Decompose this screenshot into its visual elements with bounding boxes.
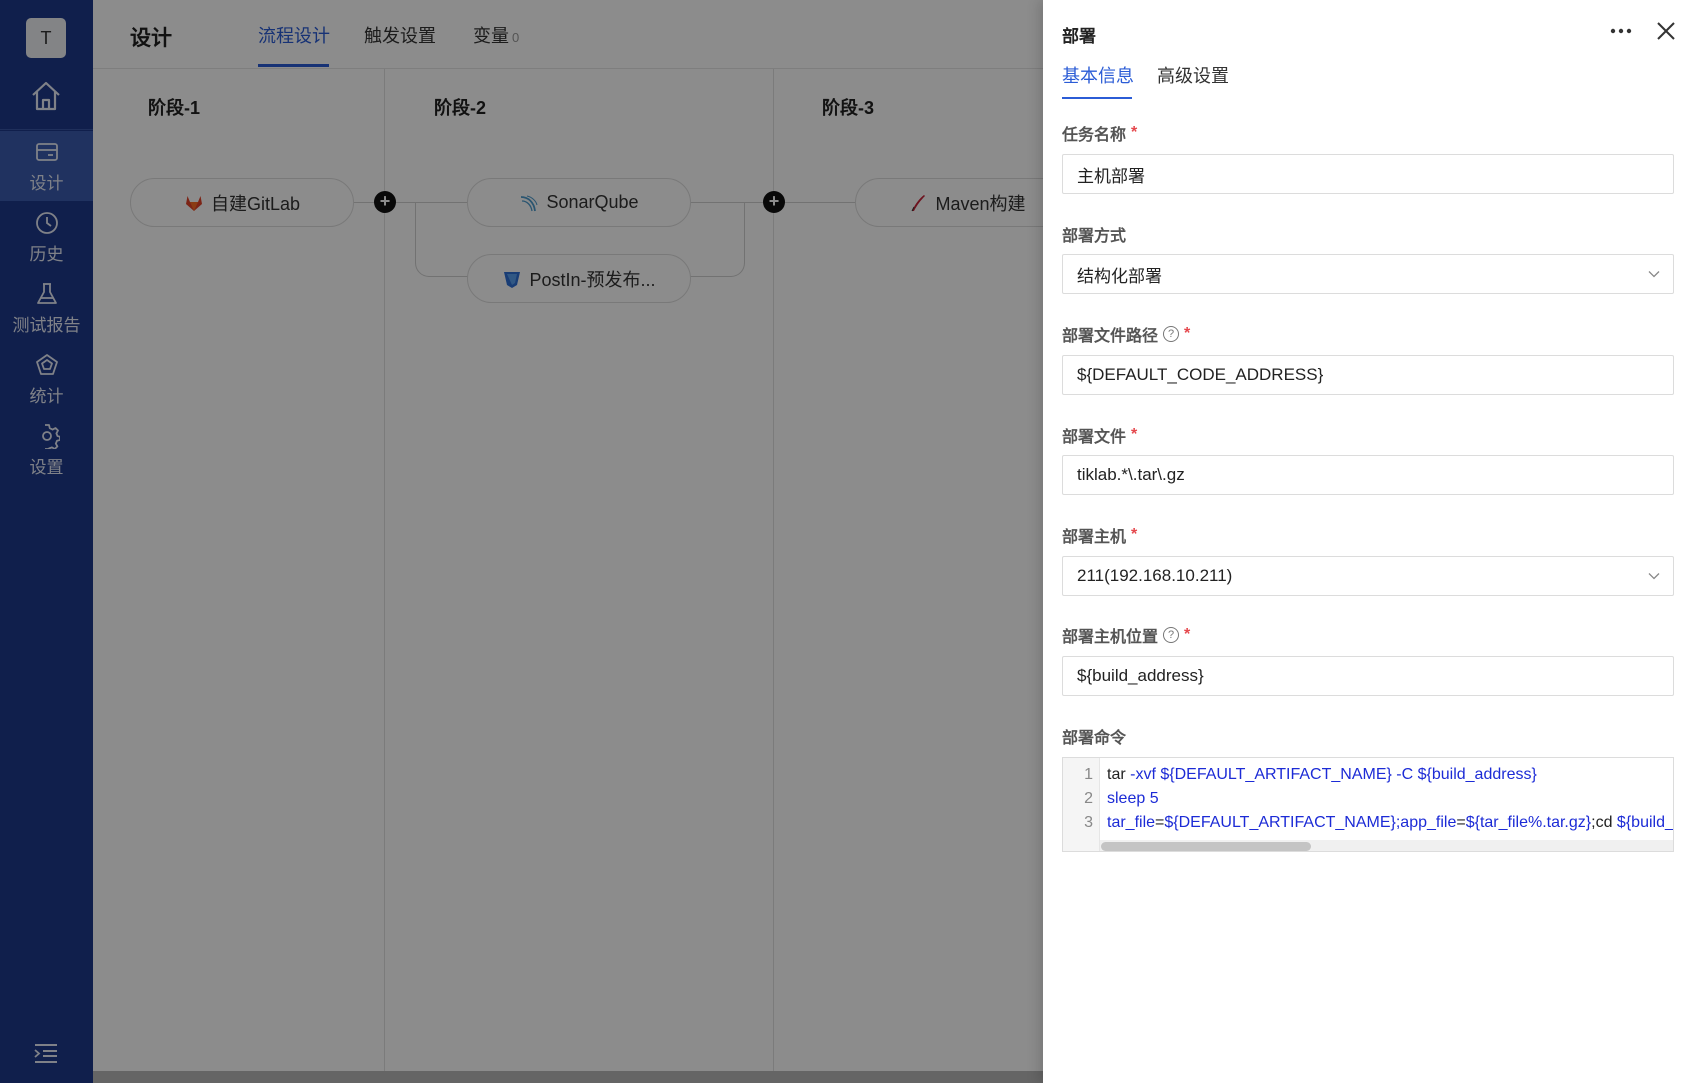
deploy-file-input[interactable]: tiklab.*\.tar\.gz [1062,455,1674,495]
select-value: 211(192.168.10.211) [1077,566,1233,585]
required-mark: * [1131,526,1138,543]
deploy-drawer: 部署 基本信息 高级设置 任务名称 * 主机部署 部署方式 结构化部署 部署文件路… [1043,0,1693,1083]
host-location-input[interactable]: ${build_address} [1062,656,1674,696]
line-number: 1 [1084,766,1093,783]
field-label-text: 部署主机位置 [1062,629,1159,646]
line-number: 3 [1084,814,1093,831]
field-label-text: 部署文件 [1062,429,1127,446]
field-label-text: 部署主机 [1062,529,1127,546]
line-number: 2 [1084,790,1093,807]
field-label-text: 部署方式 [1062,228,1127,245]
modal-overlay[interactable] [0,0,1043,1083]
tab-advanced-settings[interactable]: 高级设置 [1157,62,1229,88]
editor-scrollbar-thumb[interactable] [1101,842,1311,851]
deploy-command-label: 部署命令 [1062,724,1126,748]
drawer-title: 部署 [1062,27,1096,46]
code-token: ${tar_file%.tar.gz} [1465,814,1592,831]
chevron-down-icon [1648,573,1660,580]
host-location-label: 部署主机位置? * [1062,623,1190,647]
code-token: = [1456,814,1466,831]
code-token: = [1155,814,1165,831]
deploy-mode-select[interactable]: 结构化部署 [1062,254,1674,294]
code-token: sleep 5 [1107,790,1159,807]
required-mark: * [1131,426,1138,443]
app-window: T 设计 历史 测试报告 统计 设置 设计 流程设计 触发设置 变量 0 阶段-… [0,0,1693,1083]
code-token: -xvf ${DEFAULT_ARTIFACT_NAME} -C ${build… [1130,766,1537,783]
code-token: ${build_address} [1616,814,1674,831]
deploy-mode-label: 部署方式 [1062,222,1126,246]
code-line: tar_file=${DEFAULT_ARTIFACT_NAME};app_fi… [1107,814,1674,832]
task-name-label: 任务名称 * [1062,121,1137,145]
deploy-file-label: 部署文件 * [1062,423,1137,447]
line-number-gutter: 1 2 3 [1063,758,1100,851]
field-label-text: 部署命令 [1062,730,1127,747]
tab-basic-info[interactable]: 基本信息 [1062,62,1134,88]
deploy-host-label: 部署主机 * [1062,523,1137,547]
deploy-path-label: 部署文件路径? * [1062,322,1190,346]
select-value: 结构化部署 [1077,266,1162,286]
code-token: tar_file [1107,814,1156,831]
code-token: tar [1107,766,1131,783]
task-name-input[interactable]: 主机部署 [1062,154,1674,194]
chevron-down-icon [1648,271,1660,278]
required-mark: * [1184,626,1191,643]
active-tab-indicator [1062,97,1132,99]
deploy-host-select[interactable]: 211(192.168.10.211) [1062,556,1674,596]
help-icon[interactable]: ? [1163,326,1180,342]
help-icon[interactable]: ? [1163,627,1180,643]
field-label-text: 部署文件路径 [1062,328,1159,345]
field-label-text: 任务名称 [1062,127,1127,144]
deploy-command-editor[interactable]: 1 2 3 tar -xvf ${DEFAULT_ARTIFACT_NAME} … [1062,757,1674,852]
more-icon[interactable] [1607,18,1635,44]
code-line: sleep 5 [1107,790,1159,808]
deploy-path-input[interactable]: ${DEFAULT_CODE_ADDRESS} [1062,355,1674,395]
required-mark: * [1184,325,1191,342]
code-line: tar -xvf ${DEFAULT_ARTIFACT_NAME} -C ${b… [1107,766,1537,784]
code-token: ;cd [1591,814,1617,831]
close-icon[interactable] [1653,18,1679,44]
required-mark: * [1131,124,1138,141]
code-token: ${DEFAULT_ARTIFACT_NAME};app_file [1164,814,1457,831]
